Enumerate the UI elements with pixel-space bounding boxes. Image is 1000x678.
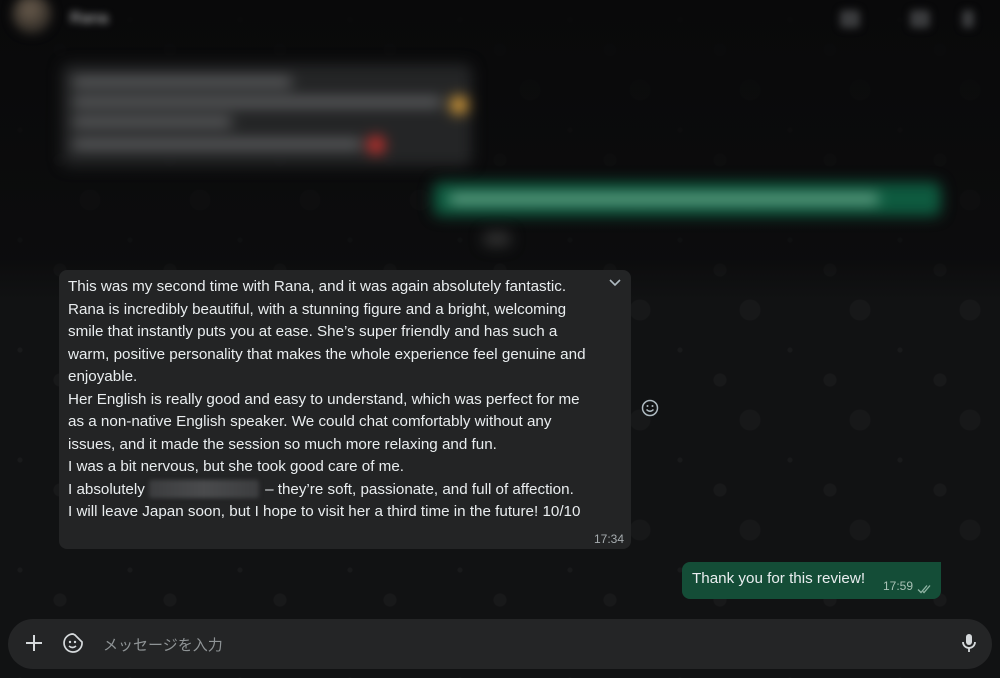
contact-name[interactable]: Rana bbox=[70, 10, 108, 28]
microphone-icon[interactable] bbox=[958, 632, 980, 654]
message-text: Thank you for this review! bbox=[692, 570, 866, 587]
attach-plus-icon[interactable] bbox=[24, 633, 44, 653]
message-time: 17:34 bbox=[593, 532, 624, 546]
message-line: I was a bit nervous, but she took good c… bbox=[68, 458, 405, 475]
blurred-message bbox=[433, 182, 941, 216]
search-icon[interactable] bbox=[910, 10, 930, 28]
read-receipt-icon bbox=[917, 582, 933, 594]
message-line: as a non-native English speaker. We coul… bbox=[68, 413, 552, 430]
message-text: – they’re soft, passionate, and full of … bbox=[265, 480, 574, 498]
message-line: enjoyable. bbox=[68, 368, 138, 385]
message-text: I absolutely bbox=[68, 480, 145, 498]
sticker-icon[interactable] bbox=[62, 632, 84, 654]
blurred-reaction bbox=[483, 232, 511, 246]
message-line: smile that instantly puts you at ease. S… bbox=[68, 323, 558, 340]
message-line: Her English is really good and easy to u… bbox=[68, 390, 580, 408]
video-call-icon[interactable] bbox=[840, 10, 860, 28]
chat-header: Rana bbox=[0, 0, 1000, 40]
incoming-message[interactable]: This was my second time with Rana, and i… bbox=[59, 270, 631, 549]
chevron-down-icon[interactable] bbox=[608, 276, 622, 291]
outgoing-message[interactable]: Thank you for this review! 17:59 bbox=[682, 562, 941, 599]
blurred-message bbox=[62, 64, 472, 166]
message-line: This was my second time with Rana, and i… bbox=[68, 278, 567, 295]
message-line: I will leave Japan soon, but I hope to v… bbox=[68, 503, 581, 520]
message-line: Rana is incredibly beautiful, with a stu… bbox=[68, 300, 567, 318]
censored-text bbox=[149, 479, 260, 498]
emoji-react-icon[interactable] bbox=[640, 398, 660, 418]
message-line: issues, and it made the session so much … bbox=[68, 435, 497, 453]
message-composer bbox=[8, 619, 992, 669]
message-input[interactable] bbox=[101, 631, 925, 659]
menu-icon[interactable] bbox=[962, 10, 974, 28]
message-time: 17:59 bbox=[882, 579, 913, 593]
message-line-censored: I absolutely – they’re soft, passionate,… bbox=[68, 479, 617, 502]
message-line: warm, positive personality that makes th… bbox=[68, 345, 586, 363]
contact-avatar[interactable] bbox=[12, 0, 52, 34]
